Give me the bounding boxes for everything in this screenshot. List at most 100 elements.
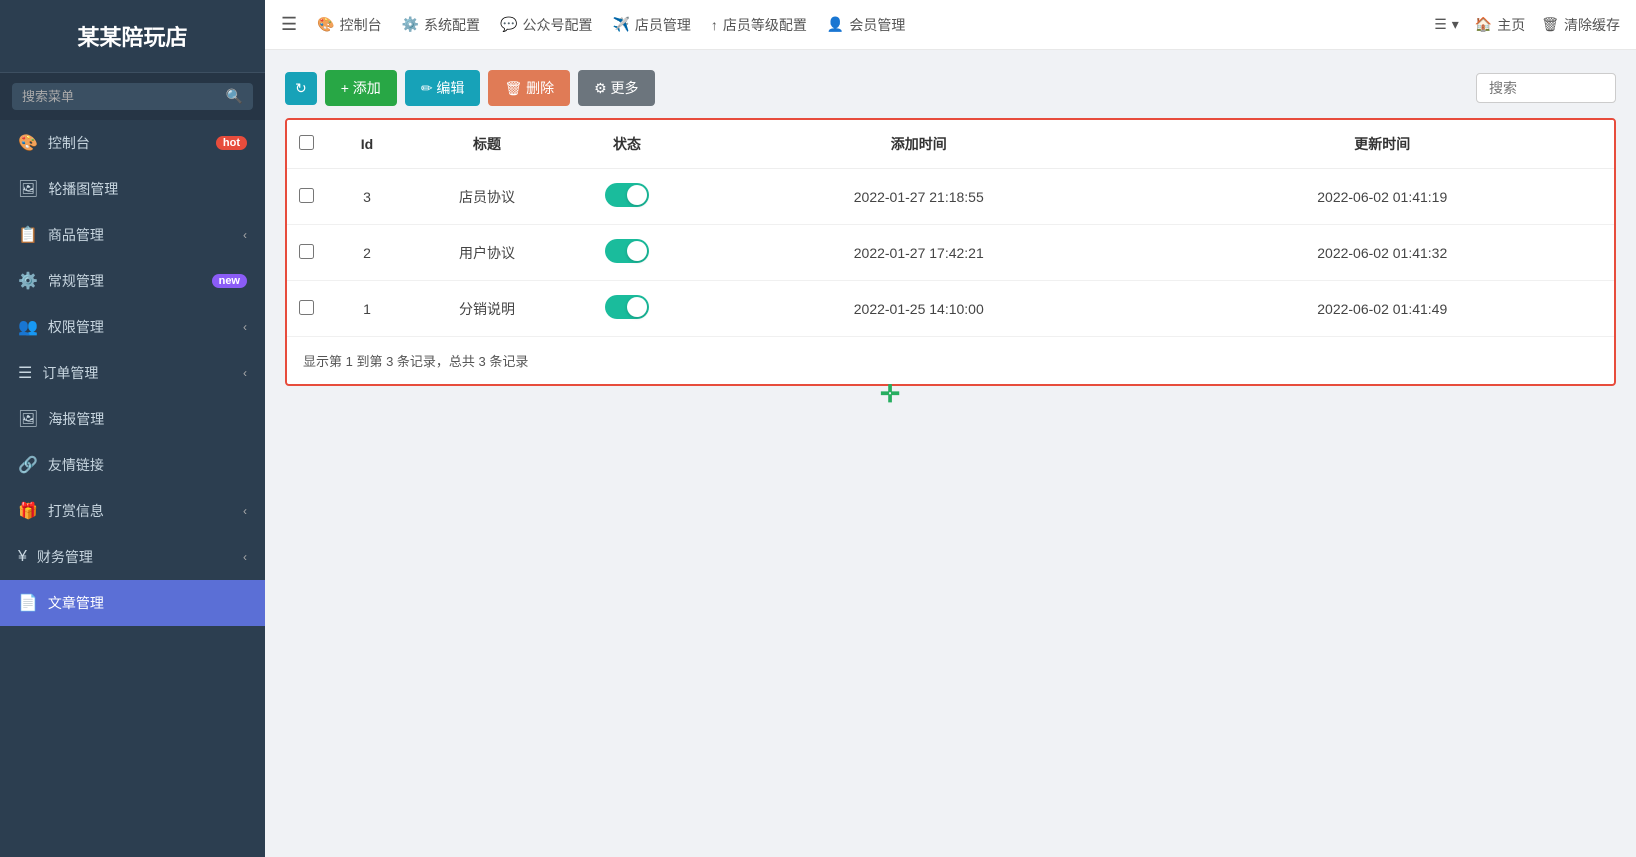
th-update-time: 更新时间 — [1151, 120, 1615, 169]
sidebar-label-finance: 财务管理 — [37, 547, 93, 567]
topnav-item-wechat[interactable]: 💬 公众号配置 — [500, 15, 592, 35]
sidebar-icon-poster: 🖼 — [18, 409, 38, 429]
data-table-container: Id 标题 状态 添加时间 更新时间 3 店员协议 2022-01-27 21:… — [285, 118, 1616, 386]
sidebar-badge-dashboard: hot — [216, 136, 247, 150]
topnav-home[interactable]: 🏠 主页 — [1475, 15, 1525, 35]
topnav-icon-wechat: 💬 — [500, 16, 517, 33]
topnav-item-sysconfig[interactable]: ⚙️ 系统配置 — [402, 15, 480, 35]
topnav-icon-sysconfig: ⚙️ — [402, 16, 419, 33]
sidebar-icon-finance: ¥ — [18, 548, 27, 566]
sidebar-search-container: 🔍 — [0, 73, 265, 120]
sidebar-icon-article: 📄 — [18, 593, 38, 613]
arrow-icon-permission: ‹ — [243, 320, 247, 334]
content-area: ↻ + 添加 ✏ 编辑 🗑 删除 ⚙ 更多 Id 标题 状态 — [265, 50, 1636, 857]
sidebar-logo: 某某陪玩店 — [0, 0, 265, 73]
table-footer: 显示第 1 到第 3 条记录，总共 3 条记录 — [287, 336, 1614, 384]
row-select-1[interactable] — [299, 244, 314, 259]
sidebar-item-carousel[interactable]: 🖼 轮播图管理 — [0, 166, 265, 212]
topnav-label-staff: 店员管理 — [635, 15, 691, 35]
sidebar-item-dashboard[interactable]: 🎨 控制台 hot — [0, 120, 265, 166]
sidebar-item-poster[interactable]: 🖼 海报管理 — [0, 396, 265, 442]
topnav-label-sysconfig: 系统配置 — [424, 15, 480, 35]
sidebar-label-order: 订单管理 — [42, 363, 98, 383]
hamburger-icon: ☰ — [1434, 16, 1447, 33]
topnav-item-member[interactable]: 👤 会员管理 — [827, 15, 905, 35]
sidebar-search-input[interactable] — [22, 89, 226, 104]
arrow-icon-tips: ‹ — [243, 504, 247, 518]
refresh-button[interactable]: ↻ — [285, 72, 317, 105]
more-button[interactable]: ⚙ 更多 — [578, 70, 654, 106]
topnav-item-dashboard[interactable]: 🎨 控制台 — [317, 15, 381, 35]
topnav-item-staff[interactable]: ✈️ 店员管理 — [612, 15, 690, 35]
delete-button[interactable]: 🗑 删除 — [488, 70, 570, 106]
table-header-row: Id 标题 状态 添加时间 更新时间 — [287, 120, 1614, 169]
search-input[interactable] — [1476, 73, 1616, 103]
sidebar-label-permission: 权限管理 — [48, 317, 104, 337]
topnav-icon-stafflevel: ↑ — [711, 17, 718, 33]
toggle-1[interactable] — [605, 239, 649, 263]
toggle-2[interactable] — [605, 295, 649, 319]
sidebar-icon-permission: 👥 — [18, 317, 38, 337]
sidebar-item-tips[interactable]: 🎁 打赏信息 ‹ — [0, 488, 265, 534]
topnav-menu-dropdown[interactable]: ☰ ▾ — [1434, 16, 1459, 33]
sidebar-icon-order: ☰ — [18, 363, 32, 383]
search-icon[interactable]: 🔍 — [226, 88, 243, 105]
topnav-label-wechat: 公众号配置 — [522, 15, 592, 35]
th-title: 标题 — [407, 120, 567, 169]
row-id-2: 1 — [327, 281, 407, 337]
edit-button[interactable]: ✏ 编辑 — [405, 70, 481, 106]
sidebar-icon-general: ⚙️ — [18, 271, 38, 291]
topnav-clear-cache[interactable]: 🗑 清除缓存 — [1541, 15, 1620, 35]
row-select-0[interactable] — [299, 188, 314, 203]
sidebar-label-dashboard: 控制台 — [48, 133, 90, 153]
row-status-2 — [567, 281, 687, 337]
row-status-0 — [567, 169, 687, 225]
sidebar: 某某陪玩店 🔍 🎨 控制台 hot 🖼 轮播图管理 📋 商品管理 ‹ ⚙️ 常规… — [0, 0, 265, 857]
row-add-time-1: 2022-01-27 17:42:21 — [687, 225, 1151, 281]
toolbar: ↻ + 添加 ✏ 编辑 🗑 删除 ⚙ 更多 — [285, 70, 1616, 106]
topnav-item-stafflevel[interactable]: ↑ 店员等级配置 — [711, 15, 807, 35]
topnav-icon-staff: ✈️ — [612, 16, 629, 33]
sidebar-search-inner: 🔍 — [12, 83, 253, 110]
sidebar-item-goods[interactable]: 📋 商品管理 ‹ — [0, 212, 265, 258]
sidebar-icon-goods: 📋 — [18, 225, 38, 245]
sidebar-icon-carousel: 🖼 — [18, 179, 38, 199]
topnav-icon-dashboard: 🎨 — [317, 16, 334, 33]
topnav-clear-cache-label: 清除缓存 — [1564, 15, 1620, 35]
row-checkbox-1 — [287, 225, 327, 281]
refresh-icon: ↻ — [295, 80, 307, 97]
th-id: Id — [327, 120, 407, 169]
topnav-label-member: 会员管理 — [849, 15, 905, 35]
select-all-checkbox[interactable] — [299, 135, 314, 150]
toggle-0[interactable] — [605, 183, 649, 207]
sidebar-item-finance[interactable]: ¥ 财务管理 ‹ — [0, 534, 265, 580]
home-icon: 🏠 — [1475, 16, 1492, 33]
sidebar-item-general[interactable]: ⚙️ 常规管理 new — [0, 258, 265, 304]
menu-toggle-icon[interactable]: ☰ — [281, 14, 297, 35]
topnav: ☰ 🎨 控制台 ⚙️ 系统配置 💬 公众号配置 ✈️ 店员管理 ↑ 店员等级配置… — [265, 0, 1636, 50]
sidebar-icon-tips: 🎁 — [18, 501, 38, 521]
sidebar-item-permission[interactable]: 👥 权限管理 ‹ — [0, 304, 265, 350]
row-add-time-2: 2022-01-25 14:10:00 — [687, 281, 1151, 337]
table-body: 3 店员协议 2022-01-27 21:18:55 2022-06-02 01… — [287, 169, 1614, 337]
table-row: 1 分销说明 2022-01-25 14:10:00 2022-06-02 01… — [287, 281, 1614, 337]
table-row: 2 用户协议 2022-01-27 17:42:21 2022-06-02 01… — [287, 225, 1614, 281]
row-update-time-2: 2022-06-02 01:41:49 — [1151, 281, 1615, 337]
topnav-icon-member: 👤 — [827, 16, 844, 33]
row-select-2[interactable] — [299, 300, 314, 315]
th-status: 状态 — [567, 120, 687, 169]
row-update-time-1: 2022-06-02 01:41:32 — [1151, 225, 1615, 281]
sidebar-menu: 🎨 控制台 hot 🖼 轮播图管理 📋 商品管理 ‹ ⚙️ 常规管理 new 👥… — [0, 120, 265, 857]
topnav-right: ☰ ▾ 🏠 主页 🗑 清除缓存 — [1434, 15, 1620, 35]
row-checkbox-0 — [287, 169, 327, 225]
sidebar-icon-dashboard: 🎨 — [18, 133, 38, 153]
topnav-items: 🎨 控制台 ⚙️ 系统配置 💬 公众号配置 ✈️ 店员管理 ↑ 店员等级配置 👤… — [317, 15, 905, 35]
topnav-home-label: 主页 — [1497, 15, 1525, 35]
sidebar-item-article[interactable]: 📄 文章管理 — [0, 580, 265, 626]
sidebar-label-carousel: 轮播图管理 — [48, 179, 118, 199]
add-button[interactable]: + 添加 — [325, 70, 397, 106]
main-area: ☰ 🎨 控制台 ⚙️ 系统配置 💬 公众号配置 ✈️ 店员管理 ↑ 店员等级配置… — [265, 0, 1636, 857]
th-add-time: 添加时间 — [687, 120, 1151, 169]
sidebar-item-order[interactable]: ☰ 订单管理 ‹ — [0, 350, 265, 396]
sidebar-item-links[interactable]: 🔗 友情链接 — [0, 442, 265, 488]
